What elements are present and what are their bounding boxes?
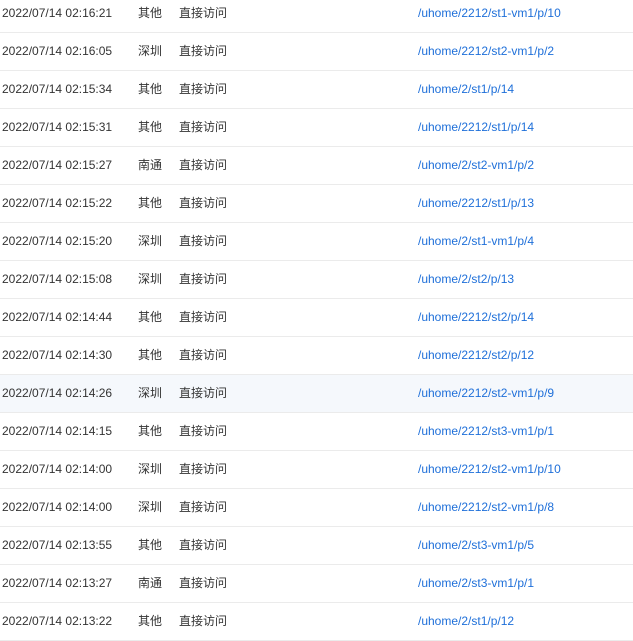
- traffic-source: 直接访问: [179, 82, 228, 96]
- visitor-region: 深圳: [138, 272, 163, 286]
- visit-time: 2022/07/14 02:15:31: [2, 120, 113, 134]
- visit-time: 2022/07/14 02:14:26: [2, 386, 113, 400]
- page-url-link[interactable]: /uhome/2212/st2-vm1/p/10: [418, 451, 561, 488]
- visit-log-table: 2022/07/14 02:16:21 其他 直接访问 /uhome/2212/…: [0, 0, 633, 641]
- page-url-link[interactable]: /uhome/2212/st2-vm1/p/2: [418, 33, 554, 70]
- visit-time: 2022/07/14 02:14:00: [2, 500, 113, 514]
- visitor-region: 南通: [138, 158, 163, 172]
- table-row: 2022/07/14 02:15:08 深圳 直接访问 /uhome/2/st2…: [0, 261, 633, 299]
- page-url-link[interactable]: /uhome/2212/st1/p/14: [418, 109, 534, 146]
- visit-time: 2022/07/14 02:15:08: [2, 272, 113, 286]
- traffic-source: 直接访问: [179, 462, 228, 476]
- visit-time: 2022/07/14 02:16:21: [2, 6, 113, 20]
- visit-time: 2022/07/14 02:15:27: [2, 158, 113, 172]
- table-row: 2022/07/14 02:15:27 南通 直接访问 /uhome/2/st2…: [0, 147, 633, 185]
- page-url-link[interactable]: /uhome/2/st1/p/12: [418, 603, 514, 640]
- visit-time: 2022/07/14 02:15:34: [2, 82, 113, 96]
- table-row: 2022/07/14 02:16:05 深圳 直接访问 /uhome/2212/…: [0, 33, 633, 71]
- traffic-source: 直接访问: [179, 538, 228, 552]
- table-row: 2022/07/14 02:15:34 其他 直接访问 /uhome/2/st1…: [0, 71, 633, 109]
- visitor-region: 深圳: [138, 500, 163, 514]
- visitor-region: 深圳: [138, 462, 163, 476]
- page-url-link[interactable]: /uhome/2/st2-vm1/p/2: [418, 147, 534, 184]
- table-row: 2022/07/14 02:15:20 深圳 直接访问 /uhome/2/st1…: [0, 223, 633, 261]
- traffic-source: 直接访问: [179, 272, 228, 286]
- traffic-source: 直接访问: [179, 424, 228, 438]
- visit-time: 2022/07/14 02:13:22: [2, 614, 113, 628]
- page-url-link[interactable]: /uhome/2212/st2-vm1/p/9: [418, 375, 554, 412]
- traffic-source: 直接访问: [179, 576, 228, 590]
- traffic-source: 直接访问: [179, 6, 228, 20]
- visitor-region: 其他: [138, 538, 163, 552]
- table-row: 2022/07/14 02:13:22 其他 直接访问 /uhome/2/st1…: [0, 603, 633, 641]
- visitor-region: 其他: [138, 424, 163, 438]
- visit-time: 2022/07/14 02:15:20: [2, 234, 113, 248]
- table-row: 2022/07/14 02:14:30 其他 直接访问 /uhome/2212/…: [0, 337, 633, 375]
- visit-time: 2022/07/14 02:13:27: [2, 576, 113, 590]
- table-row: 2022/07/14 02:15:31 其他 直接访问 /uhome/2212/…: [0, 109, 633, 147]
- visit-time: 2022/07/14 02:14:00: [2, 462, 113, 476]
- visitor-region: 南通: [138, 576, 163, 590]
- traffic-source: 直接访问: [179, 44, 228, 58]
- visitor-region: 深圳: [138, 44, 163, 58]
- page-url-link[interactable]: /uhome/2212/st2/p/12: [418, 337, 534, 374]
- visitor-region: 其他: [138, 6, 163, 20]
- traffic-source: 直接访问: [179, 310, 228, 324]
- table-row: 2022/07/14 02:15:22 其他 直接访问 /uhome/2212/…: [0, 185, 633, 223]
- visit-time: 2022/07/14 02:13:55: [2, 538, 113, 552]
- page-url-link[interactable]: /uhome/2/st2/p/13: [418, 261, 514, 298]
- page-url-link[interactable]: /uhome/2212/st2/p/14: [418, 299, 534, 336]
- page-url-link[interactable]: /uhome/2212/st1/p/13: [418, 185, 534, 222]
- page-url-link[interactable]: /uhome/2/st3-vm1/p/5: [418, 527, 534, 564]
- visit-time: 2022/07/14 02:14:44: [2, 310, 113, 324]
- page-url-link[interactable]: /uhome/2/st1-vm1/p/4: [418, 223, 534, 260]
- traffic-source: 直接访问: [179, 500, 228, 514]
- visitor-region: 其他: [138, 614, 163, 628]
- table-row: 2022/07/14 02:14:44 其他 直接访问 /uhome/2212/…: [0, 299, 633, 337]
- visitor-region: 深圳: [138, 234, 163, 248]
- page-url-link[interactable]: /uhome/2/st1/p/14: [418, 71, 514, 108]
- visitor-region: 其他: [138, 348, 163, 362]
- visit-time: 2022/07/14 02:14:30: [2, 348, 113, 362]
- page-url-link[interactable]: /uhome/2212/st2-vm1/p/8: [418, 489, 554, 526]
- visitor-region: 其他: [138, 82, 163, 96]
- visit-time: 2022/07/14 02:16:05: [2, 44, 113, 58]
- table-row-hovered: 2022/07/14 02:14:26 深圳 直接访问 /uhome/2212/…: [0, 375, 633, 413]
- traffic-source: 直接访问: [179, 234, 228, 248]
- traffic-source: 直接访问: [179, 120, 228, 134]
- traffic-source: 直接访问: [179, 348, 228, 362]
- table-row: 2022/07/14 02:14:00 深圳 直接访问 /uhome/2212/…: [0, 489, 633, 527]
- page-url-link[interactable]: /uhome/2/st3-vm1/p/1: [418, 565, 534, 602]
- visitor-region: 深圳: [138, 386, 163, 400]
- visitor-region: 其他: [138, 196, 163, 210]
- table-row: 2022/07/14 02:14:15 其他 直接访问 /uhome/2212/…: [0, 413, 633, 451]
- traffic-source: 直接访问: [179, 158, 228, 172]
- visit-time: 2022/07/14 02:14:15: [2, 424, 113, 438]
- traffic-source: 直接访问: [179, 614, 228, 628]
- table-row: 2022/07/14 02:14:00 深圳 直接访问 /uhome/2212/…: [0, 451, 633, 489]
- table-row: 2022/07/14 02:13:55 其他 直接访问 /uhome/2/st3…: [0, 527, 633, 565]
- page-url-link[interactable]: /uhome/2212/st3-vm1/p/1: [418, 413, 554, 450]
- traffic-source: 直接访问: [179, 196, 228, 210]
- table-row: 2022/07/14 02:16:21 其他 直接访问 /uhome/2212/…: [0, 0, 633, 33]
- visitor-region: 其他: [138, 120, 163, 134]
- table-row: 2022/07/14 02:13:27 南通 直接访问 /uhome/2/st3…: [0, 565, 633, 603]
- visitor-region: 其他: [138, 310, 163, 324]
- visit-time: 2022/07/14 02:15:22: [2, 196, 113, 210]
- page-url-link[interactable]: /uhome/2212/st1-vm1/p/10: [418, 0, 561, 32]
- traffic-source: 直接访问: [179, 386, 228, 400]
